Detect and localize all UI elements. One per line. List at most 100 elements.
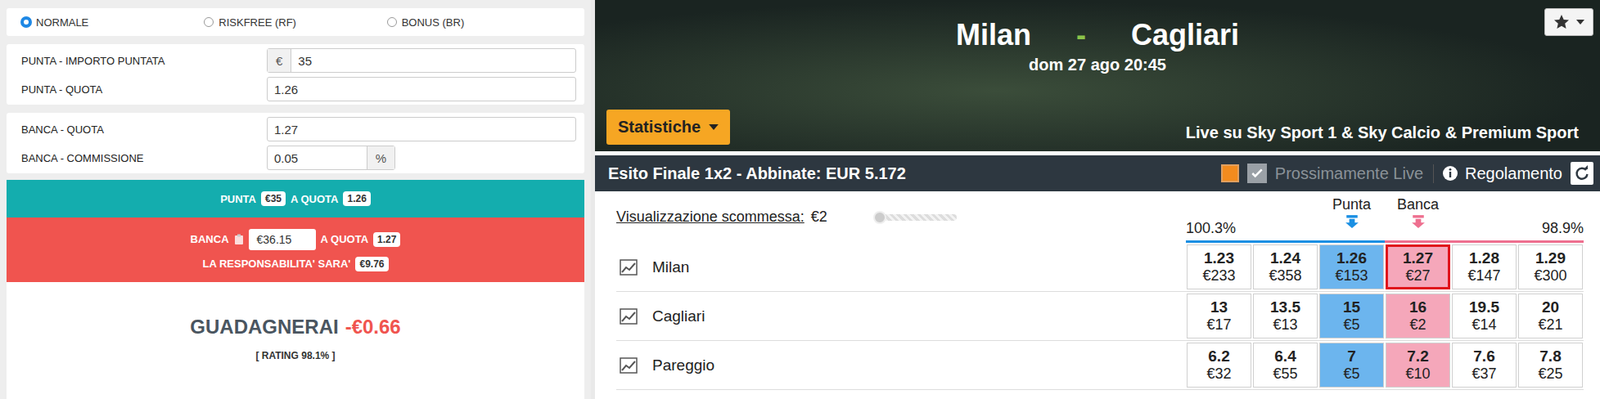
runner-name: Milan [652, 258, 690, 277]
odds-cell[interactable]: 13€17 [1186, 293, 1252, 339]
odds-cell[interactable]: 16€2 [1385, 293, 1451, 339]
suffix: % [366, 146, 395, 170]
field-input[interactable]: 0.05% [266, 145, 396, 171]
amount: €25 [1537, 365, 1563, 384]
field-value: 1.26 [267, 77, 305, 101]
odds-cell[interactable]: 1.26€153 [1319, 244, 1384, 290]
radio-icon[interactable] [203, 17, 214, 28]
favorite-button[interactable] [1544, 8, 1594, 37]
ladder-header: 100.3%PuntaBanca98.9% [1185, 191, 1584, 244]
rules-button[interactable]: Regolamento [1442, 164, 1563, 184]
home-team: Milan [955, 18, 1032, 53]
broadcast: Live su Sky Sport 1 & Sky Calcio & Premi… [1185, 123, 1579, 143]
amount: €14 [1471, 316, 1497, 334]
chart-icon[interactable] [619, 259, 638, 276]
amount: €32 [1206, 365, 1231, 384]
view-label: Visualizzazione scommessa: [616, 208, 805, 226]
view-value: €2 [811, 208, 828, 226]
odds-cell[interactable]: 6.2€32 [1186, 342, 1252, 388]
odds-cell[interactable]: 20€21 [1518, 293, 1583, 339]
refresh-button[interactable] [1570, 162, 1594, 185]
live-label: Prossimamente Live [1275, 164, 1434, 184]
slider-knob[interactable] [873, 211, 887, 225]
runner-row: Cagliari13€1713.5€1315€516€219.5€1420€21 [616, 292, 1584, 342]
odds-cell[interactable]: 7.8€25 [1518, 342, 1583, 388]
field-label: PUNTA - IMPORTO PUNTATA [21, 54, 267, 68]
info-icon [1442, 165, 1459, 182]
odds-cell[interactable]: 6.4€55 [1252, 342, 1318, 388]
view-slider[interactable] [874, 214, 957, 221]
field-row: BANCA - QUOTA1.27 [21, 117, 577, 142]
price: 1.26 [1336, 249, 1367, 268]
mode-radio[interactable]: RISKFREE (RF) [203, 16, 387, 29]
amount: €153 [1334, 267, 1368, 285]
away-team: Cagliari [1131, 18, 1240, 53]
market-bar: Esito Finale 1x2 - Abbinate: EUR 5.172Pr… [594, 155, 1600, 192]
amount: €37 [1471, 365, 1497, 384]
odds-cell[interactable]: 1.24€358 [1252, 244, 1318, 290]
field-input[interactable]: 1.26 [266, 76, 577, 102]
market-panel: Milan-Cagliaridom 27 ago 20:45 Statistich… [594, 0, 1600, 399]
amount: €17 [1206, 316, 1231, 334]
chart-icon[interactable] [619, 308, 638, 325]
field-label: BANCA - COMMISSIONE [21, 152, 267, 165]
odds-cell[interactable]: 15€5 [1319, 293, 1384, 339]
prefix: € [267, 49, 292, 73]
radio-icon[interactable] [21, 17, 32, 28]
mode-label: BONUS (BR) [401, 16, 465, 29]
price: 6.2 [1207, 347, 1230, 366]
check-icon [1250, 166, 1264, 181]
odds-cell[interactable]: 1.28€147 [1451, 244, 1517, 290]
amount: €358 [1268, 267, 1302, 285]
result-label: GUADAGNERAI [189, 315, 339, 339]
amount: €27 [1405, 267, 1430, 285]
field-value: 1.27 [267, 117, 305, 141]
event-date: dom 27 ago 20:45 [1028, 55, 1167, 75]
stats-button[interactable]: Statistiche [606, 109, 731, 145]
field-label: BANCA - QUOTA [21, 123, 267, 136]
odds-cell[interactable]: 1.27€27 [1385, 244, 1451, 290]
event-teams: Milan-Cagliari [955, 18, 1240, 53]
price: 6.4 [1274, 347, 1296, 366]
odds-cell[interactable]: 7.6€37 [1451, 342, 1517, 388]
refresh-icon [1573, 165, 1591, 182]
amount: €10 [1405, 365, 1430, 384]
amount: €55 [1272, 365, 1298, 384]
mode-radio[interactable]: BONUS (BR) [387, 16, 570, 29]
amount: €5 [1343, 365, 1360, 384]
caret-icon [708, 124, 719, 131]
price: 19.5 [1469, 298, 1500, 317]
odds-cell[interactable]: 1.23€233 [1186, 244, 1252, 290]
field-group: BANCA - QUOTA1.27BANCA - COMMISSIONE0.05… [6, 112, 585, 174]
radio-icon[interactable] [387, 17, 397, 28]
amount: €2 [1409, 316, 1426, 334]
lay-percent: 98.9% [1541, 220, 1584, 238]
odds-cell[interactable]: 13.5€13 [1252, 293, 1318, 339]
field-input[interactable]: 1.27 [266, 117, 577, 142]
lay-summary: BANCA€36.15A QUOTA1.27LA RESPONSABILITA'… [6, 217, 585, 283]
caret-icon [1576, 19, 1585, 25]
chart-icon[interactable] [619, 357, 638, 375]
odds-cell[interactable]: 7€5 [1319, 342, 1384, 388]
field-row: PUNTA - IMPORTO PUNTATA€35 [21, 48, 577, 73]
price: 1.27 [1402, 249, 1434, 268]
price: 20 [1541, 298, 1560, 317]
odds-cell[interactable]: 1.29€300 [1518, 244, 1583, 290]
live-checkbox[interactable] [1247, 163, 1267, 184]
odds-badge: 1.26 [342, 191, 370, 207]
odds-cell[interactable]: 7.2€10 [1385, 342, 1451, 388]
clipboard-icon[interactable] [234, 234, 244, 246]
price: 1.28 [1469, 249, 1500, 268]
mode-radio[interactable]: NORMALE [21, 16, 204, 29]
field-input[interactable]: €35 [266, 48, 577, 73]
calculator-panel: NORMALERISKFREE (RF) BONUS (BR) PUNTA - IM… [0, 0, 591, 399]
page: NORMALERISKFREE (RF) BONUS (BR) PUNTA - IM… [0, 0, 1600, 399]
price: 1.29 [1535, 249, 1566, 268]
odds-table: Visualizzazione scommessa: €2 100.3%PuntaB… [594, 191, 1600, 399]
amount: €300 [1533, 267, 1567, 285]
lay-stake[interactable]: €36.15 [248, 229, 316, 251]
star-icon [1553, 13, 1570, 31]
live-dot-icon [1221, 164, 1240, 183]
back-arrow-icon [1344, 215, 1360, 229]
odds-cell[interactable]: 19.5€14 [1451, 293, 1517, 339]
